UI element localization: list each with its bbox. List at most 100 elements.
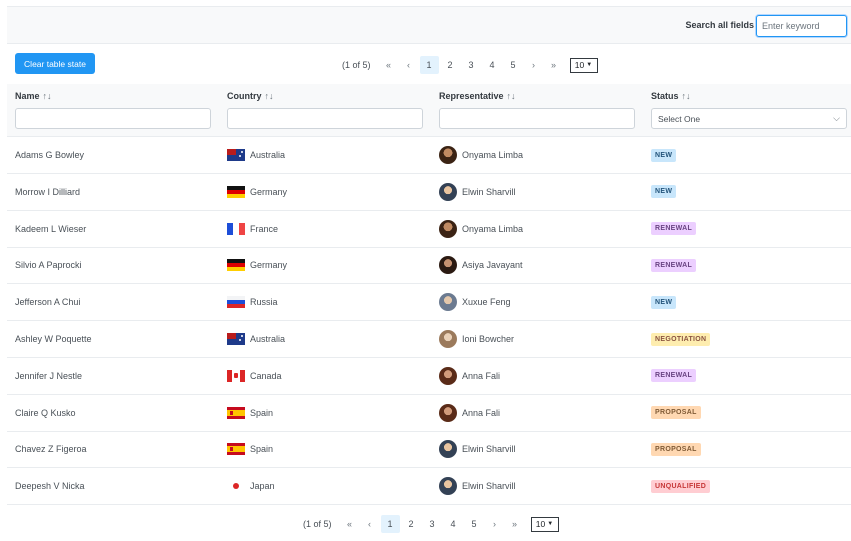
cell-representative: Anna Fali (439, 395, 500, 431)
chevron-down-icon: ▼ (547, 521, 554, 527)
representative-name: Ioni Bowcher (462, 334, 515, 344)
cell-country: Spain (227, 431, 273, 467)
prev-page-button[interactable]: ‹ (400, 56, 418, 74)
cell-name: Deepesh V Nicka (15, 468, 85, 504)
page-button-2[interactable]: 2 (441, 56, 460, 74)
page-button-1[interactable]: 1 (419, 56, 439, 74)
table-row[interactable]: Adams G Bowley Australia Onyama Limba NEW (7, 137, 851, 174)
page-report: (1 of 5) (303, 519, 332, 529)
column-header-name[interactable]: Name ↑↓ (15, 91, 52, 101)
representative-name: Onyama Limba (462, 150, 524, 160)
status-badge: RENEWAL (651, 222, 697, 236)
country-name: Australia (250, 150, 286, 160)
status-filter-dropdown[interactable]: Select One ⌵ (651, 108, 847, 129)
cell-representative: Asiya Javayant (439, 247, 523, 283)
avatar (439, 146, 457, 164)
paginator-top: (1 of 5) « ‹ 1 2 3 4 5 › » 10 ▼ (342, 55, 598, 75)
column-label: Country (227, 91, 262, 101)
table-row[interactable]: Jennifer J Nestle Canada Anna Fali RENEWAL (7, 358, 851, 395)
page-button-5[interactable]: 5 (465, 515, 484, 533)
sort-icon: ↑↓ (681, 91, 691, 101)
cell-representative: Onyama Limba (439, 137, 523, 173)
cell-name: Jefferson A Chui (15, 284, 80, 320)
page-button-4[interactable]: 4 (444, 515, 463, 533)
customer-name: Silvio A Paprocki (15, 260, 82, 271)
cell-country: Canada (227, 358, 282, 394)
prev-page-button[interactable]: ‹ (361, 515, 379, 533)
cell-country: Japan (227, 468, 275, 504)
status-badge: NEW (651, 185, 677, 199)
last-page-button[interactable]: » (545, 56, 563, 74)
cell-name: Adams G Bowley (15, 137, 84, 173)
page-button-3[interactable]: 3 (462, 56, 481, 74)
cell-representative: Elwin Sharvill (439, 468, 516, 504)
table-row[interactable]: Kadeem L Wieser France Onyama Limba RENEWAL (7, 211, 851, 248)
page-button-4[interactable]: 4 (483, 56, 502, 74)
customer-name: Deepesh V Nicka (15, 481, 85, 492)
cell-status: NEW (651, 174, 677, 210)
avatar (439, 440, 457, 459)
representative-name: Onyama Limba (462, 223, 524, 234)
clear-table-state-button[interactable]: Clear table state (15, 53, 95, 74)
cell-status: NEW (651, 137, 677, 173)
country-name: Australia (250, 334, 286, 344)
table-row[interactable]: Claire Q Kusko Spain Anna Fali PROPOSAL (7, 395, 851, 432)
paginator-bottom: (1 of 5) « ‹ 1 2 3 4 5 › » 10 ▼ (303, 514, 559, 534)
avatar (439, 403, 457, 422)
table-row[interactable]: Chavez Z Figeroa Spain Elwin Sharvill PROPO… (7, 431, 851, 469)
next-page-button[interactable]: › (525, 56, 543, 74)
cell-name: Silvio A Paprocki (15, 247, 82, 283)
cell-name: Chavez Z Figeroa (15, 431, 87, 467)
status-badge: PROPOSAL (651, 406, 701, 420)
cell-name: Morrow I Dilliard (15, 174, 80, 210)
global-search-input[interactable] (756, 15, 847, 37)
avatar (439, 366, 457, 385)
representative-filter-input[interactable] (439, 108, 635, 129)
cell-country: Germany (227, 247, 287, 283)
table-row[interactable]: Ashley W Poquette Australia Ioni Bowcher NE… (7, 321, 851, 358)
cell-status: NEW (651, 284, 677, 320)
next-page-button[interactable]: › (486, 515, 504, 533)
rows-per-page-dropdown[interactable]: 10 ▼ (530, 516, 559, 532)
column-header-country[interactable]: Country ↑↓ (227, 91, 274, 101)
table-row[interactable]: Deepesh V Nicka Japan Elwin Sharvill UNQUAL… (7, 468, 851, 506)
customer-name: Adams G Bowley (15, 150, 85, 160)
flag-icon (227, 222, 245, 235)
page-button-1[interactable]: 1 (380, 515, 400, 533)
cell-country: Australia (227, 137, 285, 173)
cell-country: Russia (227, 284, 278, 320)
cell-status: PROPOSAL (651, 395, 701, 431)
sort-icon: ↑↓ (506, 91, 516, 101)
first-page-button[interactable]: « (380, 56, 398, 74)
table-row[interactable]: Silvio A Paprocki Germany Asiya Javayant RE… (7, 247, 851, 285)
representative-name: Elwin Sharvill (462, 444, 516, 455)
first-page-button[interactable]: « (341, 515, 359, 533)
sort-icon: ↑↓ (264, 91, 274, 101)
cell-country: Spain (227, 395, 273, 431)
page-button-5[interactable]: 5 (504, 56, 523, 74)
page-button-2[interactable]: 2 (402, 515, 421, 533)
last-page-button[interactable]: » (506, 515, 524, 533)
table-head: Name ↑↓ Country ↑↓ Representative ↑↓ Status… (7, 84, 851, 137)
country-name: Spain (250, 444, 274, 455)
name-filter-input[interactable] (15, 108, 211, 129)
country-name: Germany (250, 260, 288, 271)
customer-name: Jennifer J Nestle (15, 370, 83, 381)
avatar (439, 182, 457, 201)
status-badge: NEW (651, 295, 677, 309)
rows-per-page-dropdown[interactable]: 10 ▼ (569, 57, 598, 73)
status-filter-value: Select One (658, 113, 701, 124)
table-row[interactable]: Jefferson A Chui Russia Xuxue Feng NEW (7, 284, 851, 322)
page-button-3[interactable]: 3 (423, 515, 442, 533)
cell-country: Australia (227, 321, 285, 357)
table-row[interactable]: Morrow I Dilliard Germany Elwin Sharvill NE… (7, 174, 851, 211)
country-name: Spain (250, 407, 274, 418)
flag-icon (227, 185, 245, 198)
country-name: Germany (250, 186, 288, 197)
country-filter-input[interactable] (227, 108, 423, 129)
column-header-status[interactable]: Status ↑↓ (651, 91, 691, 101)
cell-status: RENEWAL (651, 358, 697, 394)
customer-name: Chavez Z Figeroa (15, 444, 87, 455)
cell-name: Jennifer J Nestle (15, 358, 82, 394)
column-header-representative[interactable]: Representative ↑↓ (439, 91, 516, 101)
